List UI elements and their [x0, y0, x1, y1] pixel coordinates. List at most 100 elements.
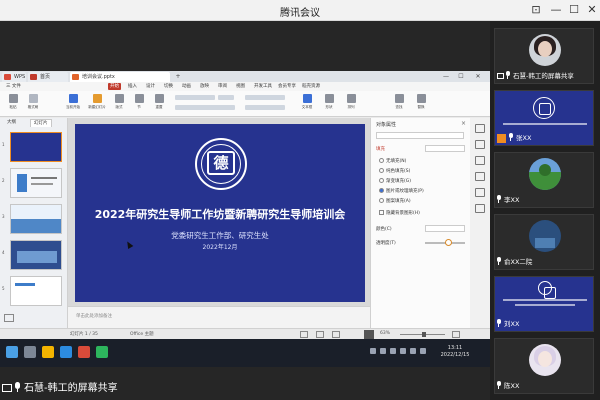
slide-thumb-4[interactable]: [10, 240, 62, 270]
tab-wps[interactable]: WPS: [2, 72, 26, 82]
language-icon[interactable]: [420, 348, 426, 354]
hide-background-checkbox[interactable]: 隐藏背景图形(H): [379, 210, 420, 216]
slider-knob[interactable]: [445, 239, 452, 246]
color-select[interactable]: [425, 225, 465, 232]
font-family-select[interactable]: [175, 95, 215, 100]
participant-tile[interactable]: 张XX: [494, 90, 594, 146]
paragraph-row[interactable]: [245, 95, 285, 100]
textbox-button[interactable]: 文本框: [300, 93, 314, 113]
slide-number: 5: [2, 286, 5, 291]
font-style-row[interactable]: [175, 105, 235, 110]
format-painter-button[interactable]: 格式刷: [26, 93, 40, 113]
meeting-taskbar-icon[interactable]: [96, 346, 108, 358]
fill-option-none[interactable]: 无填充(N): [379, 158, 406, 164]
menu-icon[interactable]: [4, 314, 14, 322]
tray-icon[interactable]: [380, 348, 386, 354]
align-row[interactable]: [245, 105, 285, 110]
menu-view[interactable]: 视图: [234, 83, 247, 90]
tray-icon[interactable]: [370, 348, 376, 354]
theme-name: Office 主题: [130, 332, 154, 337]
browser-icon[interactable]: [60, 346, 72, 358]
tab-document[interactable]: 培训会议.pptx: [70, 72, 170, 82]
slide-thumb-1[interactable]: [10, 132, 62, 162]
arrange-button[interactable]: 排列: [344, 93, 358, 113]
fit-window-icon[interactable]: [452, 331, 460, 338]
app-close-icon[interactable]: ✕: [472, 71, 484, 82]
font-size-select[interactable]: [218, 95, 234, 100]
reset-button[interactable]: 重置: [152, 93, 166, 113]
network-icon[interactable]: [400, 348, 406, 354]
university-logo: [533, 97, 555, 119]
menu-file[interactable]: 三 文件: [4, 83, 23, 90]
layout-button[interactable]: 版式: [112, 93, 126, 113]
slideshow-button[interactable]: [364, 330, 374, 339]
start-icon[interactable]: [6, 346, 18, 358]
menu-transition[interactable]: 切换: [162, 83, 175, 90]
participant-name: 陈XX: [504, 382, 520, 390]
animation-icon[interactable]: [475, 140, 485, 149]
select-icon[interactable]: [475, 188, 485, 197]
pane-close-button[interactable]: ×: [461, 120, 466, 127]
taskbar-clock[interactable]: 13:11 2022/12/15: [440, 345, 470, 359]
menu-home[interactable]: 开始: [108, 83, 121, 90]
reading-view-icon[interactable]: [332, 331, 340, 338]
transparency-slider[interactable]: [425, 239, 465, 246]
slide-thumb-2[interactable]: [10, 168, 62, 198]
sorter-view-icon[interactable]: [316, 331, 324, 338]
menu-slideshow[interactable]: 放映: [198, 83, 211, 90]
fill-select[interactable]: [425, 145, 465, 152]
replace-button[interactable]: 替换: [414, 93, 428, 113]
participant-tile[interactable]: 俞XX二院: [494, 214, 594, 270]
zoom-slider[interactable]: [400, 332, 445, 337]
fill-option-gradient[interactable]: 渐变填充(G): [379, 178, 411, 184]
participant-tile[interactable]: 李XX: [494, 152, 594, 208]
normal-view-icon[interactable]: [300, 331, 308, 338]
menu-animation[interactable]: 动画: [180, 83, 193, 90]
app-maximize-icon[interactable]: ☐: [455, 71, 467, 82]
maximize-button[interactable]: ☐: [566, 2, 582, 18]
app-minimize-icon[interactable]: —: [440, 71, 452, 82]
play-from-current-button[interactable]: 当前开始: [66, 93, 80, 113]
menu-insert[interactable]: 插入: [126, 83, 139, 90]
close-button[interactable]: ✕: [584, 2, 600, 18]
slide-thumbnail-panel: 大纲 幻灯片 1 2 3 4 5: [0, 118, 68, 328]
transition-icon[interactable]: [475, 156, 485, 165]
notes-area[interactable]: 单击此处添加备注: [68, 306, 370, 328]
wps-taskbar-icon[interactable]: [78, 346, 90, 358]
tab-outline[interactable]: 大纲: [4, 119, 19, 127]
fill-option-picture[interactable]: 图片或纹理填充(P): [379, 188, 424, 194]
home-icon: [30, 74, 37, 80]
current-slide[interactable]: 德 2022年研究生导师工作坊暨新聘研究生导师培训会 党委研究生工作部、研究生处…: [75, 124, 365, 302]
tab-slides[interactable]: 幻灯片: [30, 119, 52, 127]
slide-thumb-5[interactable]: [10, 276, 62, 306]
participant-tile[interactable]: 石慧-韩工的屏幕共享: [494, 28, 594, 84]
fill-option-solid[interactable]: 纯色填充(S): [379, 168, 410, 174]
find-button[interactable]: 查找: [392, 93, 406, 113]
menu-member[interactable]: 会员专享: [276, 83, 298, 90]
participant-tile[interactable]: 刘XX: [494, 276, 594, 332]
menu-design[interactable]: 设计: [144, 83, 157, 90]
new-tab-button[interactable]: +: [172, 71, 184, 82]
menu-developer[interactable]: 开发工具: [252, 83, 274, 90]
section-button[interactable]: 节: [132, 93, 146, 113]
paste-button[interactable]: 粘贴: [6, 93, 20, 113]
menu-resources[interactable]: 稻壳资源: [300, 83, 322, 90]
menu-review[interactable]: 审阅: [216, 83, 229, 90]
shape-button[interactable]: 形状: [322, 93, 336, 113]
zoom-knob[interactable]: [422, 332, 426, 337]
new-slide-button[interactable]: 新建幻灯片: [88, 93, 106, 113]
volume-icon[interactable]: [410, 348, 416, 354]
search-icon[interactable]: [24, 346, 36, 358]
minimize-button[interactable]: —: [548, 2, 564, 18]
participant-tile[interactable]: 陈XX: [494, 338, 594, 394]
explorer-icon[interactable]: [42, 346, 54, 358]
pane-tab-row[interactable]: [376, 132, 464, 139]
tab-home[interactable]: 首页: [28, 72, 68, 82]
help-icon[interactable]: [475, 204, 485, 213]
property-icon[interactable]: [475, 124, 485, 133]
fill-option-pattern[interactable]: 图案填充(A): [379, 198, 411, 204]
tray-icon[interactable]: [390, 348, 396, 354]
shape-style-icon[interactable]: [475, 172, 485, 181]
pin-icon[interactable]: ⊡: [528, 2, 544, 18]
slide-thumb-3[interactable]: [10, 204, 62, 234]
